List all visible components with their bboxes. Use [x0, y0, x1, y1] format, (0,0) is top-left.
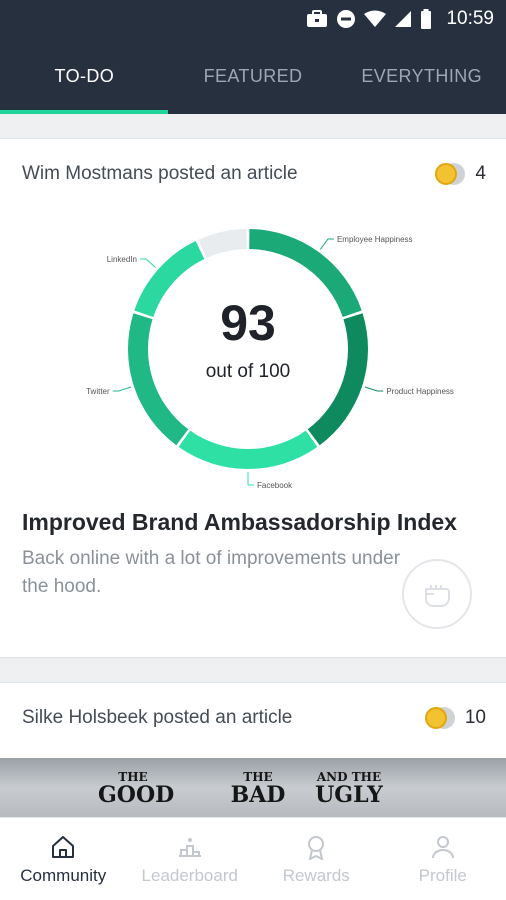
slice-leader-line — [319, 238, 334, 250]
signal-icon — [395, 11, 412, 27]
do-not-disturb-icon — [337, 10, 356, 28]
status-bar: 10:59 — [0, 0, 506, 38]
feed[interactable]: Wim Mostmans posted an article 4 Employe… — [0, 114, 506, 817]
donut-slice — [178, 430, 318, 469]
banner-word-ugly: AND THE UGLY — [315, 770, 383, 808]
clock: 10:59 — [446, 8, 494, 29]
slice-leader-line — [112, 386, 132, 392]
tab-to-do[interactable]: TO-DO — [0, 38, 169, 114]
podium-icon — [178, 838, 201, 857]
medal-icon — [308, 836, 325, 860]
slice-label: Product Happiness — [386, 387, 454, 396]
nav-community[interactable]: Community — [0, 818, 127, 900]
nav-profile[interactable]: Profile — [380, 818, 506, 900]
article-cover-image[interactable]: THE GOOD THE BAD AND THE UGLY — [0, 758, 506, 817]
post-author-line: Silke Holsbeek posted an article — [22, 707, 293, 728]
donut-slice — [307, 313, 368, 446]
coin-count: 10 — [464, 707, 486, 728]
status-icons: 10:59 — [306, 8, 494, 30]
nav-label: Profile — [418, 866, 467, 885]
coin-icon — [435, 163, 466, 185]
article-description: Back online with a lot of improvements u… — [22, 548, 401, 597]
score-value: 93 — [220, 295, 276, 351]
slice-leader-line — [139, 258, 157, 269]
donut-remaining-slice — [198, 229, 247, 259]
post-author-line: Wim Mostmans posted an article — [22, 163, 298, 184]
score-caption: out of 100 — [205, 361, 291, 382]
slice-leader-line — [247, 472, 254, 486]
nav-label: Rewards — [282, 866, 350, 885]
briefcase-icon — [307, 10, 328, 27]
slice-label: Facebook — [257, 481, 293, 489]
donut-slice — [127, 313, 189, 446]
nav-rewards[interactable]: Rewards — [253, 818, 380, 900]
coin-count: 4 — [475, 163, 486, 184]
post-card[interactable]: Wim Mostmans posted an article 4 Employe… — [0, 138, 506, 658]
nav-leaderboard[interactable]: Leaderboard — [127, 818, 254, 900]
tab-everything[interactable]: EVERYTHING — [337, 38, 506, 114]
feed-tabs: TO-DO FEATURED EVERYTHING — [0, 38, 506, 114]
nav-label: Leaderboard — [141, 866, 238, 885]
banner-word-good: THE GOOD — [98, 770, 175, 808]
slice-label: LinkedIn — [107, 255, 137, 264]
wifi-icon — [364, 10, 387, 27]
person-icon — [431, 836, 454, 859]
nav-label: Community — [20, 866, 107, 885]
coin-reward: 4 — [435, 163, 486, 185]
fist-icon — [425, 585, 450, 607]
bottom-navigation: Community Leaderboard Rewards Profile — [0, 817, 506, 900]
tab-featured[interactable]: FEATURED — [169, 38, 338, 114]
article-title[interactable]: Improved Brand Ambassadorship Index — [22, 509, 457, 536]
coin-reward: 10 — [424, 707, 486, 729]
slice-label: Employee Happiness — [337, 235, 413, 244]
home-icon — [52, 836, 75, 858]
battery-icon — [421, 9, 432, 29]
fist-bump-button[interactable] — [402, 559, 472, 629]
slice-label: Twitter — [86, 387, 110, 396]
donut-slice — [134, 241, 205, 317]
banner-word-bad: THE BAD — [230, 770, 286, 808]
slice-leader-line — [364, 386, 384, 392]
coin-icon — [424, 707, 455, 729]
